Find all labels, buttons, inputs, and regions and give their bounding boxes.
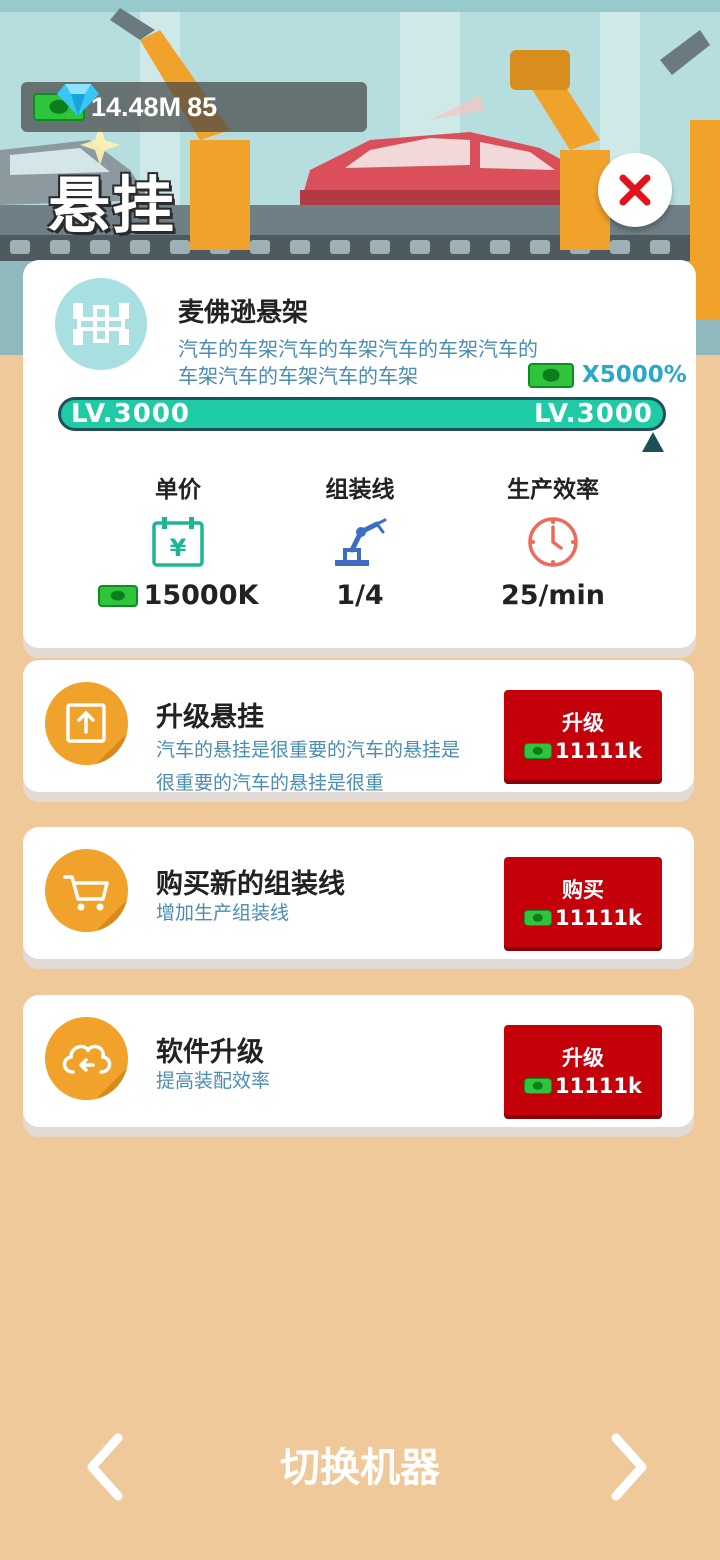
chassis-icon: [55, 278, 147, 370]
money-amount: 14.48M: [91, 91, 182, 122]
stat-label: 生产效率: [507, 477, 599, 503]
cart-icon: [45, 849, 128, 932]
unit-price-value: 15000K: [143, 580, 259, 611]
page-title: 悬挂: [48, 169, 177, 242]
software-upgrade-card: 软件升级 提高装配效率 升级 11111k: [23, 995, 694, 1127]
bonus-multiplier: X5000%: [528, 362, 687, 388]
button-cost: 11111k: [523, 739, 643, 763]
action-description: 汽车的悬挂是很重要的汽车的悬挂是很重要的汽车的悬挂是很重: [156, 739, 461, 794]
button-label: 购买: [562, 878, 604, 902]
button-cost: 11111k: [523, 1074, 643, 1098]
upgrade-suspension-card: 升级悬挂 汽车的悬挂是很重要的汽车的悬挂是很重要的汽车的悬挂是很重 升级 111…: [23, 660, 694, 794]
diamond-icon: [57, 84, 99, 116]
action-description: 提高装配效率: [156, 1070, 271, 1092]
cost-value: 11111k: [554, 739, 643, 763]
level-progress-bar: LV.3000 LV.3000: [58, 397, 666, 431]
gem-amount: 85: [187, 91, 218, 122]
bonus-text: X5000%: [582, 362, 687, 388]
stat-unit-price: 单价 ¥ 15000K: [78, 470, 278, 611]
button-cost: 11111k: [523, 906, 643, 930]
cost-value: 11111k: [554, 1074, 643, 1098]
cash-icon: [523, 1078, 552, 1094]
price-tag-icon: ¥: [78, 516, 278, 568]
cost-value: 11111k: [554, 906, 643, 930]
currency-bar: 14.48M 85: [21, 82, 367, 132]
upgrade-icon: [45, 682, 128, 765]
level-max: LV.3000: [534, 399, 653, 429]
cash-icon: [523, 910, 552, 926]
close-icon: [619, 174, 651, 206]
svg-text:¥: ¥: [170, 534, 187, 562]
part-description: 汽车的车架汽车的车架汽车的车架汽车的车架汽车的车架汽车的车架: [178, 337, 538, 388]
buy-assembly-line-button[interactable]: 购买 11111k: [504, 857, 662, 947]
part-info-card: 麦佛逊悬架 汽车的车架汽车的车架汽车的车架汽车的车架汽车的车架汽车的车架 X50…: [23, 260, 696, 648]
software-upgrade-button[interactable]: 升级 11111k: [504, 1025, 662, 1115]
cash-icon: [97, 584, 138, 607]
cash-icon: [528, 362, 574, 388]
stat-value: 25/min: [500, 580, 606, 611]
action-title: 软件升级: [156, 1037, 264, 1068]
stat-label: 单价: [155, 477, 201, 503]
level-marker-icon: [642, 432, 664, 452]
upgrade-suspension-button[interactable]: 升级 11111k: [504, 690, 662, 780]
action-title: 购买新的组装线: [156, 869, 345, 900]
action-description: 增加生产组装线: [156, 902, 290, 924]
level-current: LV.3000: [71, 399, 190, 429]
clock-icon: [453, 516, 653, 568]
stat-value: 1/4: [336, 580, 384, 611]
close-button[interactable]: [598, 153, 672, 227]
robot-arm-icon: [260, 516, 460, 568]
action-title: 升级悬挂: [156, 702, 264, 733]
stat-label: 组装线: [325, 477, 395, 503]
cloud-icon: [45, 1017, 128, 1100]
part-name: 麦佛逊悬架: [178, 298, 309, 328]
stat-efficiency: 生产效率 25/min: [453, 470, 653, 611]
buy-assembly-line-card: 购买新的组装线 增加生产组装线 购买 11111k: [23, 827, 694, 959]
cash-icon: [523, 743, 552, 759]
stat-assembly-line: 组装线 1/4: [260, 470, 460, 611]
stat-value: 15000K: [78, 580, 278, 611]
next-machine-arrow-icon[interactable]: [604, 1432, 654, 1502]
button-label: 升级: [562, 711, 604, 735]
button-label: 升级: [562, 1046, 604, 1070]
